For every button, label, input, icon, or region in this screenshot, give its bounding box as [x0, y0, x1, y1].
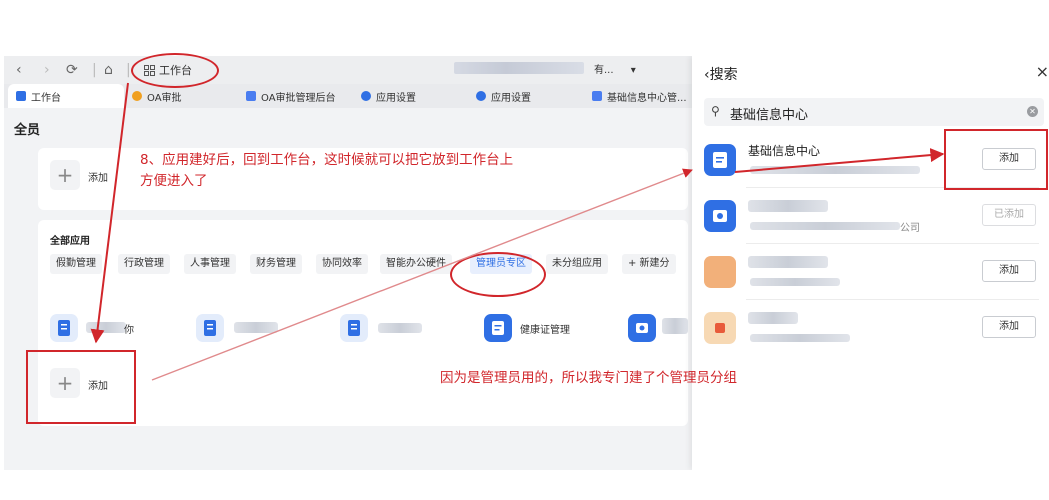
annotation-arrows	[90, 82, 945, 381]
arrow-to-add-button	[734, 148, 945, 173]
arrow-to-add	[90, 82, 129, 344]
arrow-to-result	[151, 168, 693, 381]
